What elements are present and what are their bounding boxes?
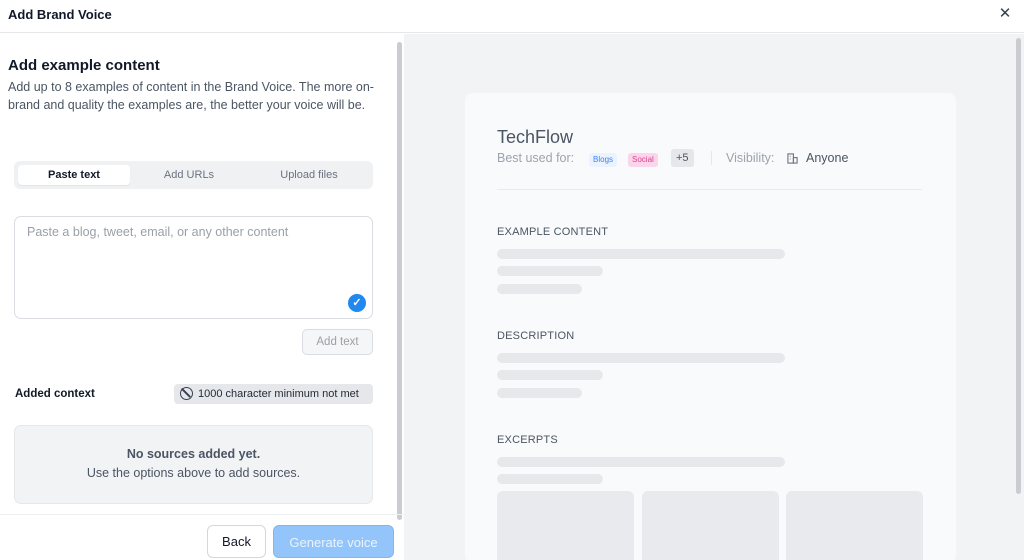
excerpt-placeholder bbox=[497, 491, 634, 560]
source-tabs: Paste text Add URLs Upload files bbox=[14, 161, 373, 189]
skeleton-line bbox=[497, 457, 785, 467]
add-text-button[interactable]: Add text bbox=[302, 329, 373, 355]
section-heading: Add example content bbox=[8, 57, 160, 74]
skeleton-line bbox=[497, 249, 785, 259]
visibility-label: Visibility: bbox=[726, 151, 775, 165]
best-used-for-label: Best used for: bbox=[497, 151, 575, 165]
section-description: Add up to 8 examples of content in the B… bbox=[8, 80, 374, 112]
tag-social: Social bbox=[628, 153, 658, 167]
tag-blogs: Blogs bbox=[589, 153, 618, 167]
preview-panel: TechFlow Best used for: Blogs Social +5 … bbox=[404, 34, 1024, 560]
tab-paste-text[interactable]: Paste text bbox=[18, 165, 130, 185]
section-excerpts: EXCERPTS bbox=[497, 434, 558, 446]
section-description: DESCRIPTION bbox=[497, 330, 575, 342]
excerpt-placeholder bbox=[786, 491, 923, 560]
modal-header: Add Brand Voice ✕ bbox=[0, 0, 1024, 33]
textarea-placeholder: Paste a blog, tweet, email, or any other… bbox=[27, 225, 289, 239]
visibility-value: Anyone bbox=[806, 151, 849, 165]
skeleton-line bbox=[497, 353, 785, 363]
preview-card: TechFlow Best used for: Blogs Social +5 … bbox=[465, 93, 956, 560]
brand-name: TechFlow bbox=[497, 127, 574, 147]
building-icon bbox=[787, 153, 798, 164]
skeleton-line bbox=[497, 370, 603, 380]
prohibited-icon bbox=[180, 387, 193, 400]
vertical-divider bbox=[711, 151, 712, 165]
tab-upload-files[interactable]: Upload files bbox=[249, 165, 369, 185]
more-tags-badge[interactable]: +5 bbox=[671, 149, 694, 167]
modal-title: Add Brand Voice bbox=[8, 7, 112, 22]
content-textarea[interactable]: Paste a blog, tweet, email, or any other… bbox=[14, 216, 373, 319]
close-icon[interactable]: ✕ bbox=[998, 6, 1012, 22]
skeleton-line bbox=[497, 266, 603, 276]
empty-sources-box: No sources added yet. Use the options ab… bbox=[14, 425, 373, 504]
excerpt-placeholder bbox=[642, 491, 779, 560]
back-button[interactable]: Back bbox=[207, 525, 266, 558]
section-example-content: EXAMPLE CONTENT bbox=[497, 226, 609, 238]
tab-add-urls[interactable]: Add URLs bbox=[130, 165, 248, 185]
card-divider bbox=[497, 189, 922, 190]
empty-title: No sources added yet. bbox=[126, 447, 261, 461]
check-icon: ✓ bbox=[348, 294, 366, 312]
footer-divider bbox=[0, 514, 404, 515]
skeleton-line bbox=[497, 284, 582, 294]
skeleton-line bbox=[497, 474, 603, 484]
added-context-label: Added context bbox=[15, 388, 95, 400]
left-panel: Add example content Add up to 8 examples… bbox=[0, 34, 404, 560]
preview-scrollbar[interactable] bbox=[1016, 38, 1021, 494]
generate-voice-button[interactable]: Generate voice bbox=[273, 525, 394, 558]
left-scrollbar[interactable] bbox=[397, 42, 402, 520]
empty-subtitle: Use the options above to add sources. bbox=[86, 466, 301, 480]
status-badge-text: 1000 character minimum not met bbox=[198, 388, 359, 400]
status-badge: 1000 character minimum not met bbox=[174, 384, 373, 404]
skeleton-line bbox=[497, 388, 582, 398]
